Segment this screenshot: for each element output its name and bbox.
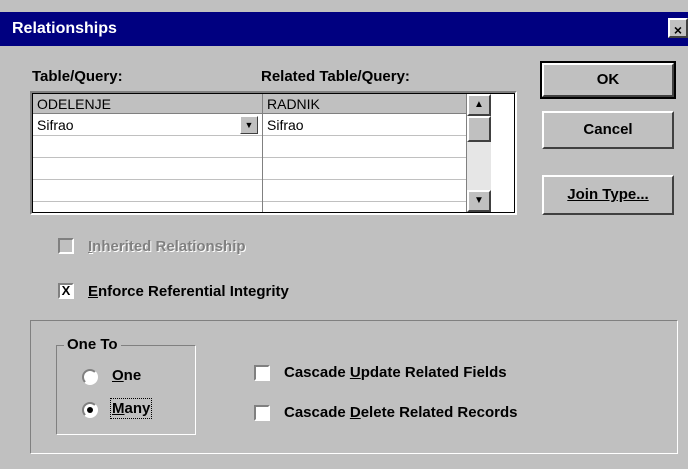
- one-radio[interactable]: [82, 369, 98, 385]
- enforce-integrity-label[interactable]: Enforce Referential Integrity: [88, 283, 289, 300]
- scroll-down-button[interactable]: ▼: [467, 190, 491, 212]
- field-dropdown-button[interactable]: ▼: [240, 116, 258, 134]
- join-type-button[interactable]: Join Type...: [542, 175, 674, 215]
- table-field-cell[interactable]: Sifrao: [33, 114, 262, 136]
- table-field-cell[interactable]: [33, 136, 262, 158]
- one-to-group: [56, 345, 196, 435]
- scroll-up-button[interactable]: ▲: [467, 94, 491, 116]
- cascade-update-checkbox[interactable]: [254, 365, 270, 381]
- related-field-cell[interactable]: Sifrao: [263, 114, 466, 136]
- radio-dot-icon: [87, 407, 93, 413]
- close-button[interactable]: ×: [668, 18, 688, 38]
- scroll-down-arrow-icon: ▼: [474, 195, 484, 206]
- cascade-update-label[interactable]: Cascade Update Related Fields: [284, 364, 507, 381]
- related-table-column: RADNIK Sifrao ▲ ▼: [263, 94, 491, 212]
- related-field-cell[interactable]: [263, 158, 466, 180]
- one-to-legend: One To: [64, 336, 121, 353]
- scroll-up-arrow-icon: ▲: [474, 99, 484, 110]
- cascade-delete-label[interactable]: Cascade Delete Related Records: [284, 404, 517, 421]
- related-table-column-header: RADNIK: [263, 94, 466, 114]
- cascade-delete-checkbox[interactable]: [254, 405, 270, 421]
- inherited-relationship-label: Inherited Relationship: [88, 238, 246, 255]
- table-field-cell[interactable]: [33, 180, 262, 202]
- relationship-grid: ODELENJE Sifrao ▼ RADNIK Sifrao ▲ ▼: [30, 91, 517, 215]
- grid-scrollbar[interactable]: ▲ ▼: [466, 94, 491, 212]
- inherited-relationship-checkbox: [58, 238, 74, 254]
- combo-dropdown-arrow-icon: ▼: [244, 120, 254, 130]
- window-title: Relationships: [12, 20, 117, 37]
- ok-button[interactable]: OK: [540, 61, 676, 99]
- table-field-cell[interactable]: [33, 158, 262, 180]
- table-column-header: ODELENJE: [33, 94, 262, 114]
- enforce-integrity-checkbox[interactable]: X: [58, 283, 74, 299]
- many-radio-label[interactable]: Many: [109, 398, 153, 419]
- title-bar[interactable]: Relationships ×: [0, 12, 688, 46]
- related-field-cell[interactable]: [263, 136, 466, 158]
- cancel-button[interactable]: Cancel: [542, 111, 674, 149]
- check-mark-icon: X: [61, 283, 71, 298]
- relationships-dialog: Relationships × Table/Query: Related Tab…: [0, 0, 688, 469]
- close-icon: ×: [673, 22, 683, 38]
- one-radio-label[interactable]: One: [112, 367, 141, 384]
- related-table-query-label: Related Table/Query:: [261, 68, 410, 85]
- many-radio[interactable]: [82, 402, 98, 418]
- table-query-label: Table/Query:: [32, 68, 123, 85]
- table-column: ODELENJE Sifrao ▼: [33, 94, 263, 212]
- scroll-thumb[interactable]: [467, 116, 491, 142]
- related-field-cell[interactable]: [263, 180, 466, 202]
